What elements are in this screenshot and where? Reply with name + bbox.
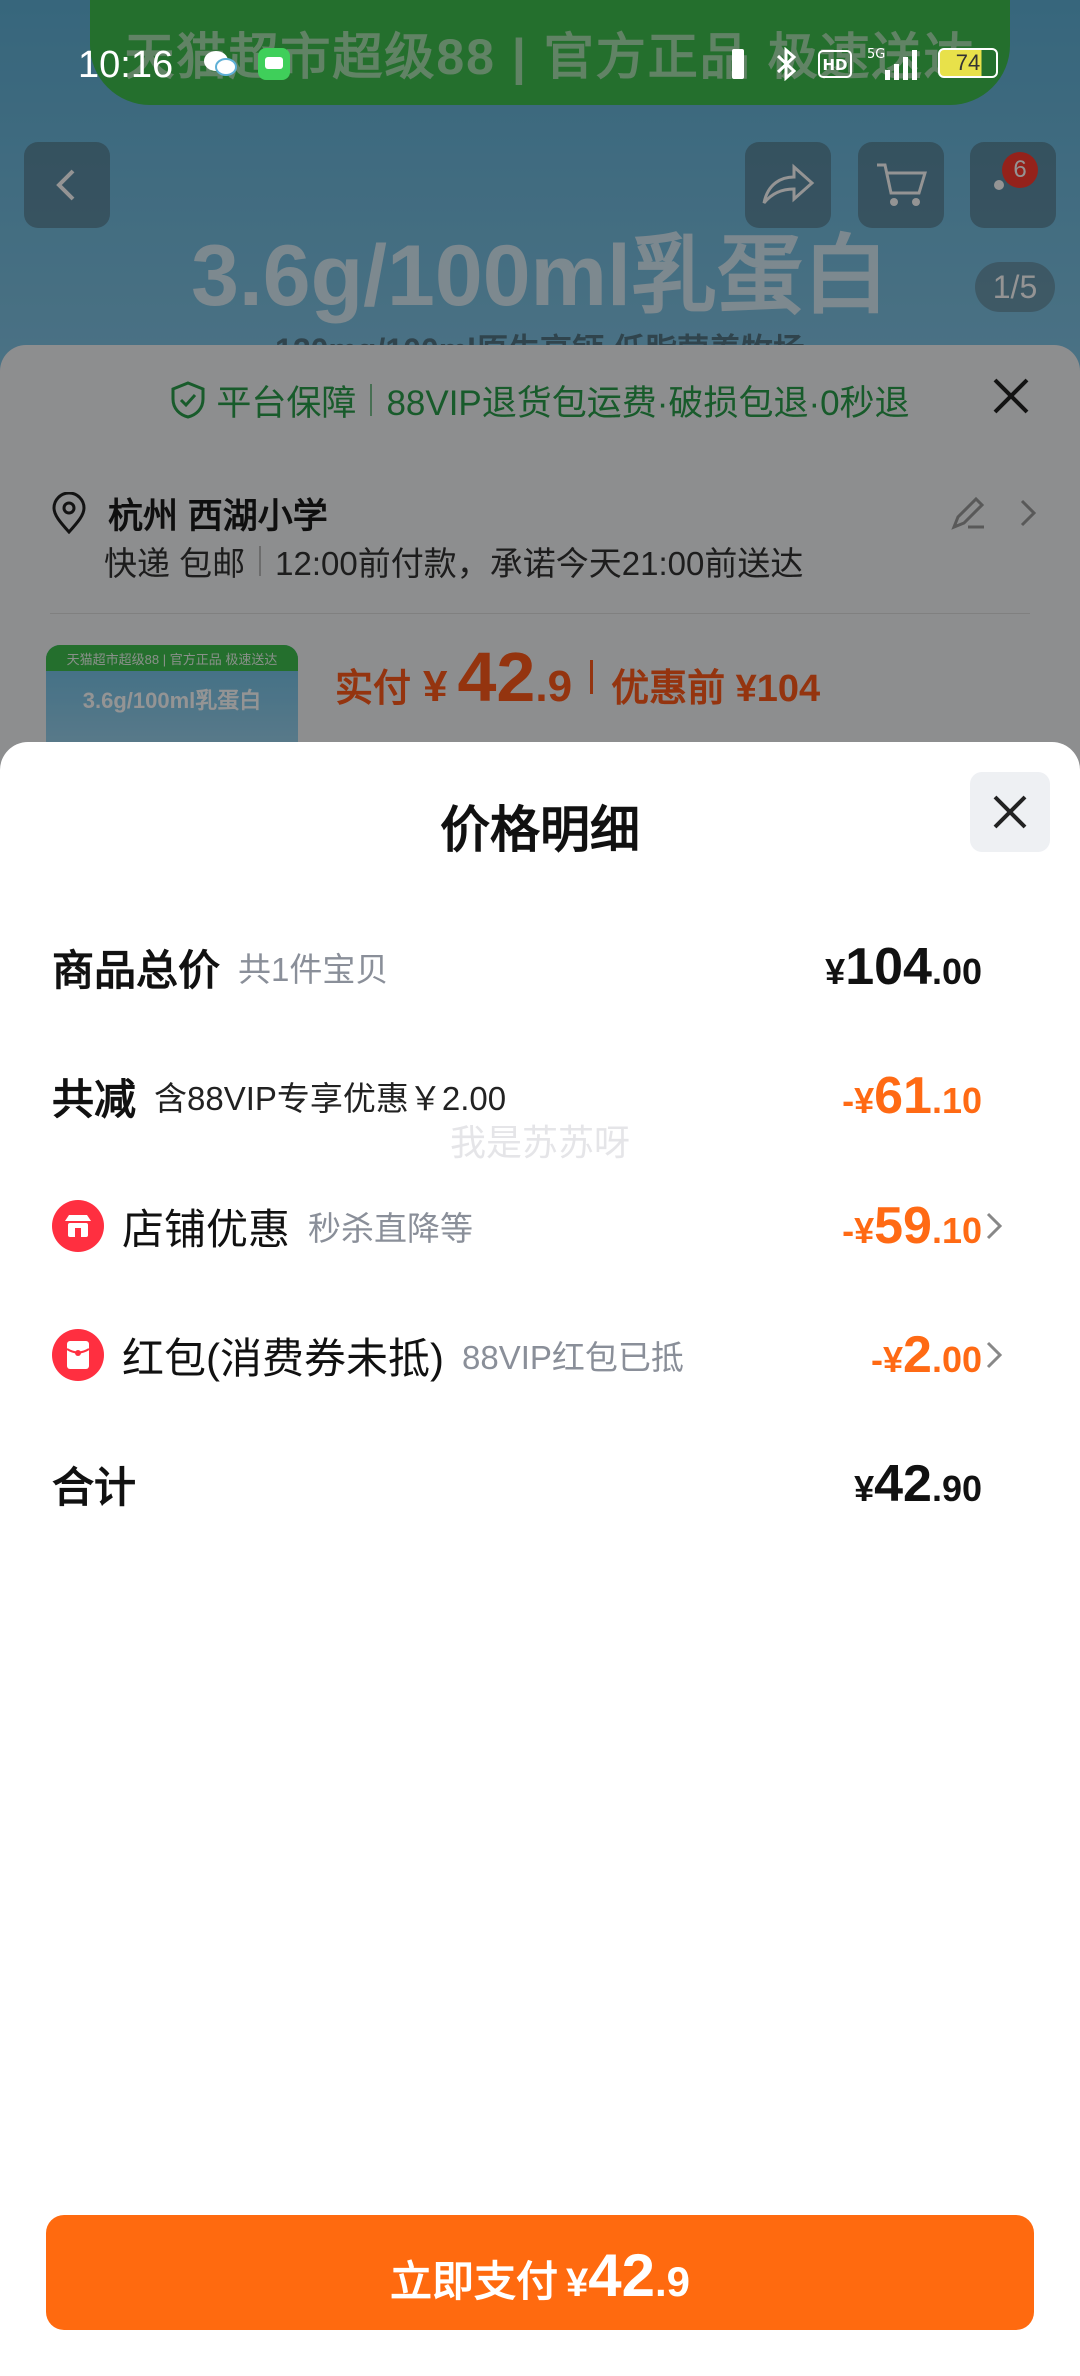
messages-icon (254, 44, 294, 84)
status-time: 10:16 (78, 43, 174, 86)
price-row-total-goods: 商品总价 共1件宝贝 ¥ 104 .00 (52, 927, 982, 1007)
svg-text:5G: 5G (867, 47, 885, 62)
pay-now-button[interactable]: 立即支付 ¥ 42 .9 (46, 2215, 1034, 2330)
amount-int: 2 (903, 1326, 932, 1384)
price-row-shop-discount[interactable]: 店铺优惠 秒杀直降等 -¥ 59 .10 (52, 1186, 1003, 1266)
amount-int: 59 (874, 1197, 932, 1255)
shop-icon (52, 1200, 104, 1252)
signal-5g-icon: 5G (866, 44, 922, 84)
amount-dec: .90 (931, 1468, 982, 1509)
wechat-icon (200, 44, 240, 84)
amount-int: 42 (874, 1455, 932, 1513)
row-name: 合计 (52, 1463, 137, 1511)
pay-button-dec: .9 (654, 2258, 691, 2305)
close-icon (993, 795, 1027, 829)
pay-button-int: 42 (588, 2242, 655, 2309)
amount-dec: .00 (931, 951, 982, 992)
amount-int: 104 (845, 938, 932, 996)
battery-indicator: 74 (938, 48, 998, 78)
price-detail-sheet: 价格明细 商品总价 共1件宝贝 ¥ 104 .00 共减 含88VIP专享优惠￥… (0, 742, 1080, 2376)
amount-dec: .00 (931, 1339, 982, 1380)
amount-yen: ¥ (854, 1468, 875, 1509)
amount-yen: ¥ (825, 951, 846, 992)
amount-dec: .10 (931, 1210, 982, 1251)
svg-text:HD: HD (822, 56, 847, 74)
sheet-close-button[interactable] (970, 772, 1050, 852)
hd-icon: HD (815, 44, 855, 84)
row-note: 含88VIP专享优惠￥2.00 (154, 1080, 507, 1117)
amount-yen: -¥ (871, 1339, 904, 1380)
pay-button-label: 立即支付 (389, 2258, 558, 2305)
row-name: 店铺优惠 (122, 1205, 291, 1253)
row-amount: -¥ 59 .10 (842, 1196, 982, 1256)
row-note: 共1件宝贝 (238, 951, 389, 988)
price-row-red-packet[interactable]: 红包(消费券未抵) 88VIP红包已抵 -¥ 2 .00 (52, 1315, 1003, 1395)
row-name: 商品总价 (52, 946, 221, 994)
pay-button-yen: ¥ (565, 2261, 589, 2305)
row-amount: ¥ 104 .00 (825, 937, 982, 997)
amount-yen: -¥ (842, 1210, 875, 1251)
red-packet-icon (52, 1329, 104, 1381)
row-name: 红包(消费券未抵) (122, 1334, 444, 1382)
row-note: 88VIP红包已抵 (461, 1339, 684, 1376)
price-row-grand-total: 合计 ¥ 42 .90 (52, 1444, 982, 1524)
sheet-title: 价格明细 (440, 802, 640, 858)
bluetooth-icon (766, 44, 806, 84)
row-note: 秒杀直降等 (308, 1210, 474, 1247)
chevron-right-icon (986, 1212, 1003, 1240)
vibrate-icon (718, 44, 758, 84)
watermark: 我是苏苏呀 (449, 1122, 630, 1163)
status-bar: 10:16 HD 5G 74 (0, 30, 1080, 100)
row-amount: -¥ 2 .00 (871, 1325, 982, 1385)
row-amount: ¥ 42 .90 (854, 1454, 982, 1514)
chevron-right-icon (986, 1341, 1003, 1369)
